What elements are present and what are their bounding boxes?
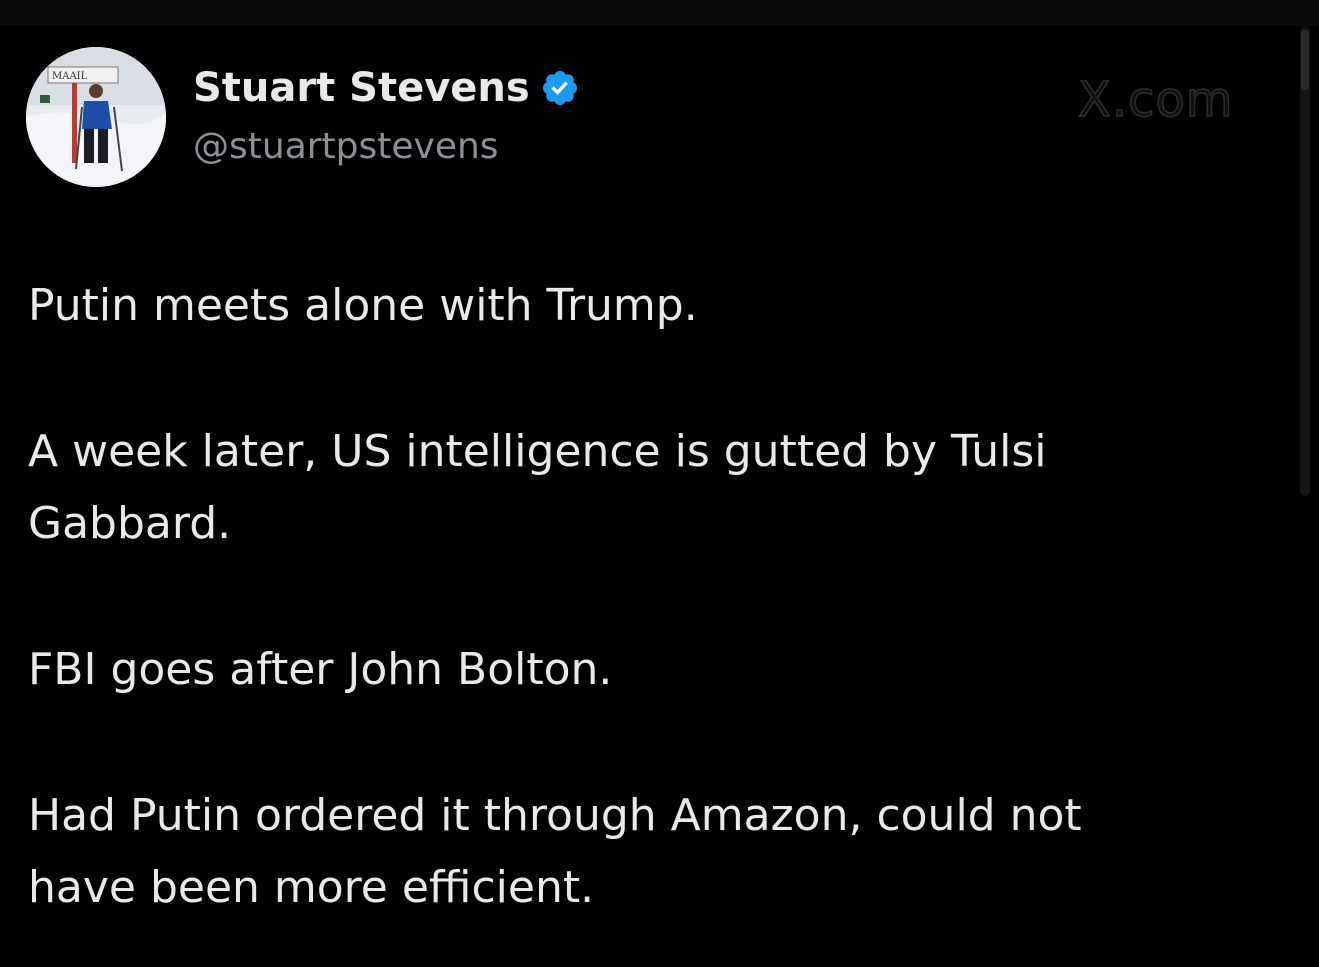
author-name[interactable]: Stuart Stevens [193, 64, 580, 112]
verified-badge-icon [542, 70, 577, 106]
tweet-paragraph: FBI goes after John Bolton. [28, 644, 613, 695]
tweet-paragraph: A week later, US intelligence is gutted … [28, 426, 1047, 549]
watermark: X.com [1077, 71, 1234, 129]
tweet-paragraph: Had Putin ordered it through Amazon, cou… [28, 790, 1082, 913]
scrollbar-thumb[interactable] [1301, 30, 1309, 90]
top-bar [0, 0, 1319, 26]
tweet-text: Putin meets alone with Trump. A week lat… [28, 270, 1278, 924]
scrollbar[interactable] [1300, 26, 1310, 496]
avatar-sign-text: MAAIL [52, 71, 88, 82]
author-handle[interactable]: @stuartpstevens [193, 124, 499, 170]
avatar-photo: MAAIL [26, 47, 166, 187]
tweet-paragraph: Putin meets alone with Trump. [28, 280, 698, 331]
avatar[interactable]: MAAIL [26, 47, 166, 187]
author-display-name[interactable]: Stuart Stevens [193, 64, 530, 112]
